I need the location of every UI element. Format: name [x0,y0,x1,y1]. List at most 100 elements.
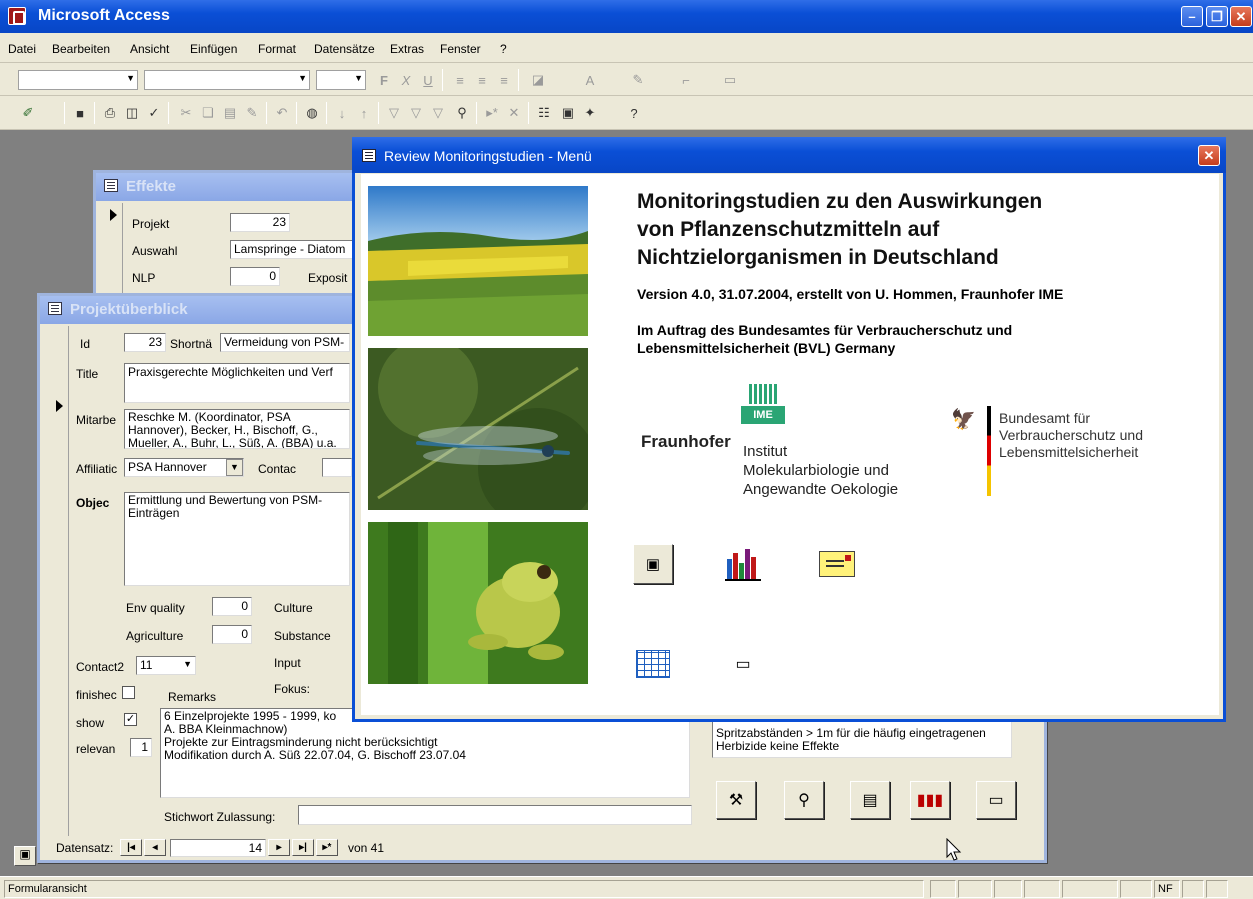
new-object-icon[interactable]: ✦ [580,103,600,123]
save-icon[interactable]: ■ [70,103,90,123]
sort-descending-icon[interactable]: ↑ [354,103,374,123]
font-combo[interactable]: ▼ [144,70,310,90]
apply-filter-icon[interactable]: ▽ [428,103,448,123]
app-title: Microsoft Access [38,7,170,24]
menu-einfuegen[interactable]: Einfügen [190,42,237,56]
properties-icon[interactable]: ☷ [534,103,554,123]
close-button[interactable]: ✕ [1230,6,1252,27]
mitarbeiter-field[interactable]: Reschke M. (Koordinator, PSA Hannover), … [124,409,350,449]
format-painter-icon[interactable]: ✎ [242,103,262,123]
finished-checkbox[interactable] [122,686,135,699]
filter-selection-icon[interactable]: ▽ [384,103,404,123]
previous-record-button[interactable]: ◂ [144,839,166,856]
ime-logo: IME [741,384,785,424]
bvl-text: Bundesamt für Verbraucherschutz und Lebe… [999,410,1143,461]
nlp-field[interactable]: 0 [230,267,280,286]
database-window-icon[interactable]: ▣ [14,846,36,866]
line-width-icon[interactable]: ▭ [720,70,740,90]
italic-icon[interactable]: X [396,70,416,90]
standard-toolbar: ✐ ■ ⎙ ◫ ✓ ✂ ❏ ▤ ✎ ↶ ◍ ↓ ↑ ▽ ▽ ▽ ⚲ ▸* ✕ ☷… [0,96,1253,130]
border-icon[interactable]: ⌐ [676,70,696,90]
print-icon[interactable]: ⎙ [100,103,120,123]
menu-help[interactable]: ? [500,42,507,56]
contact-field[interactable] [322,458,352,477]
restore-button[interactable]: ❐ [1206,6,1228,27]
menu-extras[interactable]: Extras [390,42,424,56]
show-checkbox[interactable]: ✓ [124,713,137,726]
form-icon [362,149,376,162]
review-close-button[interactable]: ✕ [1198,145,1220,166]
datasheet-button[interactable] [633,644,673,684]
sort-ascending-icon[interactable]: ↓ [332,103,352,123]
title-field[interactable]: Praxisgerechte Möglichkeiten und Verf [124,363,350,403]
print-preview-icon[interactable]: ◫ [122,103,142,123]
align-left-icon[interactable]: ≡ [450,70,470,90]
shortname-field[interactable]: Vermeidung von PSM- [220,333,350,352]
menu-fenster[interactable]: Fenster [440,42,481,56]
menu-datensaetze[interactable]: Datensätze [314,42,375,56]
align-right-icon[interactable]: ≡ [494,70,514,90]
search-button[interactable]: ⚲ [784,781,824,819]
menu-format[interactable]: Format [258,42,296,56]
heading-line: Nichtzielorganismen in Deutschland [637,246,999,269]
last-record-button[interactable]: ▸| [292,839,314,856]
delete-record-icon[interactable]: ✕ [504,103,524,123]
menu-datei[interactable]: Datei [8,42,36,56]
bar-chart-icon [725,549,761,581]
tools-button[interactable]: ⚒ [716,781,756,819]
help-icon[interactable]: ? [624,103,644,123]
new-record-button[interactable]: ▸* [316,839,338,856]
affiliation-dropdown-icon[interactable]: ▼ [226,459,243,476]
font-size-combo[interactable]: ▼ [316,70,366,90]
view-icon[interactable]: ✐ [18,103,38,123]
table-button[interactable]: ▤ [850,781,890,819]
paste-icon[interactable]: ▤ [220,103,240,123]
hyperlink-icon[interactable]: ◍ [302,103,322,123]
relevance-field[interactable]: 1 [130,738,152,757]
fill-color-icon[interactable]: ◪ [528,70,548,90]
new-record-icon[interactable]: ▸* [482,103,502,123]
contact2-combo[interactable]: 11 ▼ [136,656,196,675]
database-window-icon[interactable]: ▣ [558,103,578,123]
cut-icon[interactable]: ✂ [176,103,196,123]
contact2-dropdown-icon[interactable]: ▼ [183,659,192,669]
record-number-field[interactable]: 14 [170,839,266,857]
filter-form-icon[interactable]: ▽ [406,103,426,123]
bvl-line: Bundesamt für [999,410,1091,426]
agriculture-field[interactable]: 0 [212,625,252,644]
font-color-icon[interactable]: A [580,70,600,90]
exit-button[interactable]: ▭ [723,644,763,684]
contact-label: Contac [258,462,297,476]
env-quality-field[interactable]: 0 [212,597,252,616]
review-menu-window[interactable]: Review Monitoringstudien - Menü ✕ Monito… [352,137,1226,722]
align-center-icon[interactable]: ≡ [472,70,492,90]
record-selector[interactable] [52,326,69,836]
effekte-title-bar[interactable]: Effekte [96,173,360,201]
stichwort-field[interactable] [298,805,692,825]
form-button[interactable]: ▭ [976,781,1016,819]
underline-icon[interactable]: U [418,70,438,90]
auswahl-field[interactable]: Lamspringe - Diatom [230,240,360,259]
spelling-icon[interactable]: ✓ [144,103,164,123]
open-form-button[interactable]: ▣ [633,544,673,584]
bold-icon[interactable]: F [374,70,394,90]
objective-field[interactable]: Ermittlung und Bewertung von PSM-Einträg… [124,492,350,586]
menu-bearbeiten[interactable]: Bearbeiten [52,42,110,56]
object-combo[interactable]: ▼ [18,70,138,90]
id-field[interactable]: 23 [124,333,166,352]
projekt-field[interactable]: 23 [230,213,290,232]
review-title-bar[interactable]: Review Monitoringstudien - Menü ✕ [352,137,1226,173]
copy-icon[interactable]: ❏ [198,103,218,123]
undo-icon[interactable]: ↶ [272,103,292,123]
line-color-icon[interactable]: ✎ [628,70,648,90]
first-record-button[interactable]: |◂ [120,839,142,856]
chart-button[interactable]: ▮▮▮ [910,781,950,819]
navigation-label: Datensatz: [56,841,114,855]
charts-button[interactable] [723,544,763,584]
minimize-button[interactable]: – [1181,6,1203,27]
next-record-button[interactable]: ▸ [268,839,290,856]
report-button[interactable] [817,544,857,584]
find-icon[interactable]: ⚲ [452,103,472,123]
menu-ansicht[interactable]: Ansicht [130,42,169,56]
access-app-icon[interactable] [8,7,26,25]
